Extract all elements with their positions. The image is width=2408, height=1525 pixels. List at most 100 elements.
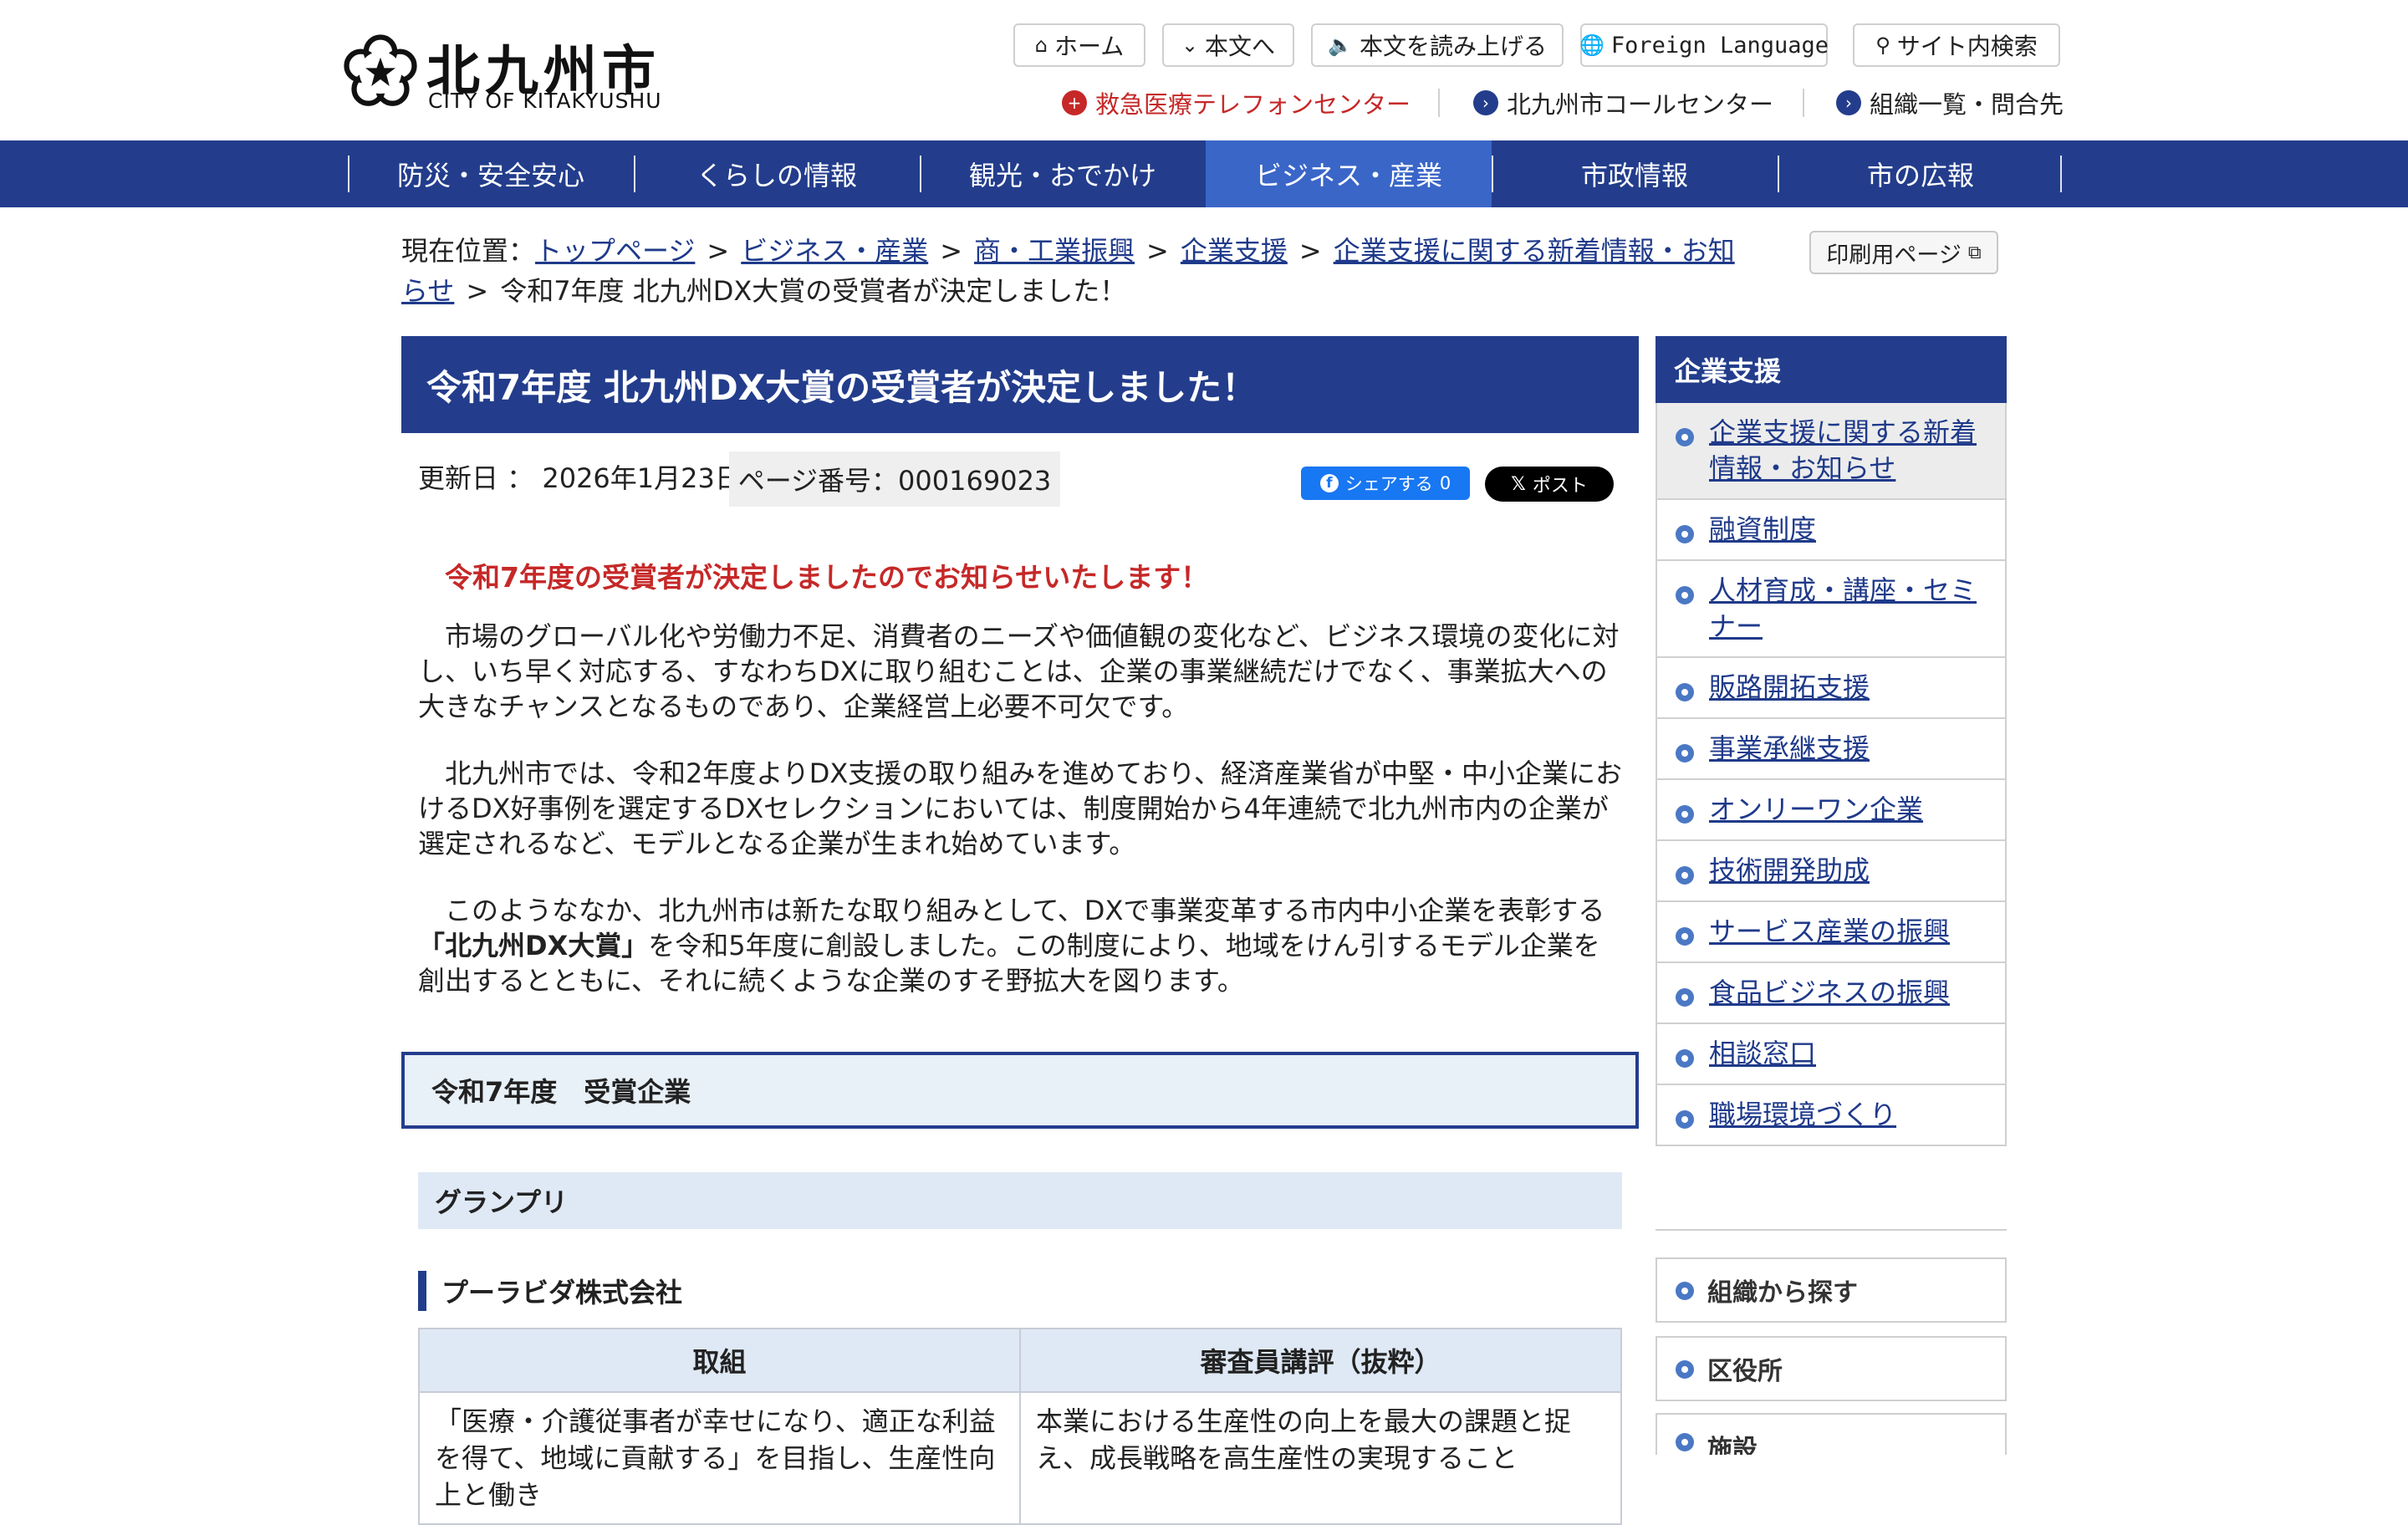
breadcrumb-prefix: 現在位置： — [401, 235, 536, 267]
bullet-icon — [1676, 586, 1694, 604]
call-center-link[interactable]: › 北九州市コールセンター — [1473, 86, 1773, 120]
sidebar-item-workplace[interactable]: 職場環境づくり — [1656, 1085, 2007, 1146]
nav-item-disaster-safety[interactable]: 防災・安全安心 — [348, 140, 634, 207]
breadcrumb-link-commerce[interactable]: 商・工業振興 — [974, 235, 1135, 267]
read-aloud-label: 本文を読み上げる — [1359, 33, 1547, 60]
bullet-icon — [1676, 805, 1694, 824]
facilities-button[interactable]: 施設 — [1656, 1413, 2007, 1455]
nav-item-public-relations[interactable]: 市の広報 — [1778, 140, 2064, 207]
sidebar-item-financing[interactable]: 融資制度 — [1656, 500, 2007, 561]
table-cell-initiative: 「医療・介護従事者が幸せになり、適正な利益を得て、地域に貢献する」を目指し、生産… — [418, 1391, 1021, 1525]
sidebar-item-label[interactable]: 人材育成・講座・セミナー — [1709, 574, 1977, 642]
paragraph-text-before: このようななか、北九州市は新たな取り組みとして、DXで事業変革する市内中小企業を… — [445, 895, 1605, 926]
home-button-label: ホーム — [1054, 33, 1125, 60]
table-header-initiative: 取組 — [418, 1328, 1021, 1393]
breadcrumb-separator: > — [707, 235, 730, 267]
paragraph-text: 北九州市では、令和2年度よりDX支援の取り組みを進めており、経済産業省が中堅・中… — [418, 757, 1623, 859]
sidebar-item-label[interactable]: サービス産業の振興 — [1709, 916, 1950, 947]
bullet-icon — [1676, 1110, 1694, 1129]
breadcrumb-current: 令和7年度 北九州DX大賞の受賞者が決定しました！ — [500, 275, 1127, 307]
breadcrumb-separator: > — [1146, 235, 1169, 267]
facebook-share-count: 0 — [1439, 473, 1451, 493]
emergency-telephone-link[interactable]: + 救急医療テレフォンセンター — [1062, 86, 1411, 120]
site-logo[interactable]: 北九州市 CITY OF KITAKYUSHU — [343, 25, 677, 117]
sidebar-item-label[interactable]: 融資制度 — [1709, 513, 1816, 545]
sidebar-item-label[interactable]: 技術開発助成 — [1709, 854, 1870, 886]
award-name: 「北九州DX大賞」 — [418, 930, 649, 961]
organization-list-link[interactable]: › 組織一覧・問合先 — [1836, 86, 2064, 120]
sidebar-item-news[interactable]: 企業支援に関する新着情報・お知らせ — [1656, 403, 2007, 500]
x-post-button[interactable]: 𝕏 ポスト — [1485, 467, 1614, 502]
site-header: 北九州市 CITY OF KITAKYUSHU ⌂ ホーム ⌄ 本文へ 🔈 本文… — [0, 0, 2408, 140]
organization-list-label: 組織一覧・問合先 — [1870, 90, 2064, 119]
sidebar-item-label[interactable]: 販路開拓支援 — [1709, 671, 1870, 703]
print-page-button[interactable]: 印刷用ページ ⧉ — [1809, 231, 1998, 274]
nav-item-living[interactable]: くらしの情報 — [634, 140, 920, 207]
breadcrumb-separator: > — [466, 275, 489, 307]
body-paragraph: 北九州市では、令和2年度よりDX支援の取り組みを進めており、経済産業省が中堅・中… — [418, 756, 1625, 861]
global-navigation: 防災・安全安心 くらしの情報 観光・おでかけ ビジネス・産業 市政情報 市の広報 — [0, 140, 2408, 207]
sidebar-divider — [1656, 1229, 2007, 1231]
site-search-button[interactable]: ⚲ サイト内検索 — [1853, 23, 2060, 67]
logo-text-en: CITY OF KITAKYUSHU — [428, 89, 662, 113]
bullet-icon — [1676, 1433, 1694, 1451]
bullet-icon — [1676, 683, 1694, 701]
sidebar-heading: 企業支援 — [1656, 336, 2007, 403]
bullet-icon — [1676, 428, 1694, 446]
emergency-telephone-label: 救急医療テレフォンセンター — [1095, 90, 1411, 119]
sidebar-item-label[interactable]: 相談窓口 — [1709, 1038, 1816, 1069]
nav-item-city-government[interactable]: 市政情報 — [1492, 140, 1778, 207]
breadcrumb-separator: > — [1298, 235, 1322, 267]
section-heading-awardees: 令和7年度 受賞企業 — [401, 1052, 1639, 1129]
sidebar-item-market-development[interactable]: 販路開拓支援 — [1656, 658, 2007, 719]
facebook-share-button[interactable]: f シェアする 0 — [1301, 467, 1470, 500]
bullet-icon — [1676, 1360, 1694, 1379]
bullet-icon — [1676, 744, 1694, 762]
paragraph-text: このようななか、北九州市は新たな取り組みとして、DXで事業変革する市内中小企業を… — [418, 893, 1625, 998]
facebook-share-label: シェアする — [1344, 474, 1433, 494]
breadcrumb-link-business[interactable]: ビジネス・産業 — [741, 235, 928, 267]
globe-icon: 🌐 — [1579, 33, 1604, 57]
foreign-language-label: Foreign Language — [1610, 32, 1829, 59]
ward-offices-button[interactable]: 区役所 — [1656, 1336, 2007, 1401]
facilities-label: 施設 — [1707, 1435, 1758, 1455]
sidebar-item-label[interactable]: 企業支援に関する新着情報・お知らせ — [1709, 416, 1977, 484]
breadcrumb-link-support[interactable]: 企業支援 — [1181, 235, 1288, 267]
table-cell-review: 本業における生産性の向上を最大の課題と捉え、成長戦略を高生産性の実現すること — [1019, 1391, 1622, 1525]
nav-divider — [2060, 156, 2062, 192]
sidebar-item-label[interactable]: オンリーワン企業 — [1709, 793, 1923, 825]
nav-item-tourism[interactable]: 観光・おでかけ — [920, 140, 1206, 207]
sidebar-item-label[interactable]: 食品ビジネスの振興 — [1709, 977, 1950, 1008]
search-by-organization-button[interactable]: 組織から探す — [1656, 1257, 2007, 1323]
read-aloud-button[interactable]: 🔈 本文を読み上げる — [1311, 23, 1564, 67]
sidebar-item-succession[interactable]: 事業承継支援 — [1656, 719, 2007, 780]
body-paragraph: 市場のグローバル化や労働力不足、消費者のニーズや価値観の変化など、ビジネス環境の… — [418, 619, 1625, 724]
bullet-icon — [1676, 988, 1694, 1007]
sidebar-item-consultation[interactable]: 相談窓口 — [1656, 1024, 2007, 1085]
x-icon: 𝕏 — [1511, 473, 1526, 495]
home-icon: ⌂ — [1034, 33, 1048, 57]
chevron-right-icon: › — [1836, 90, 1861, 115]
sidebar-item-service-industry[interactable]: サービス産業の振興 — [1656, 902, 2007, 963]
nav-item-business[interactable]: ビジネス・産業 — [1206, 140, 1492, 207]
site-search-label: サイト内検索 — [1896, 33, 2038, 60]
sidebar-item-training[interactable]: 人材育成・講座・セミナー — [1656, 561, 2007, 658]
breadcrumb-link-top[interactable]: トップページ — [535, 235, 695, 267]
sidebar-item-food-business[interactable]: 食品ビジネスの振興 — [1656, 963, 2007, 1024]
foreign-language-button[interactable]: 🌐 Foreign Language — [1579, 23, 1829, 67]
paragraph-text: 市場のグローバル化や労働力不足、消費者のニーズや価値観の変化など、ビジネス環境の… — [418, 620, 1620, 722]
x-post-label: ポスト — [1532, 476, 1588, 497]
skip-to-content-button[interactable]: ⌄ 本文へ — [1162, 23, 1294, 67]
search-by-organization-label: 組織から探す — [1707, 1278, 1858, 1308]
bullet-icon — [1676, 1282, 1694, 1300]
chevron-right-icon: › — [1473, 90, 1498, 115]
home-button[interactable]: ⌂ ホーム — [1013, 23, 1145, 67]
breadcrumb: 現在位置：トップページ > ビジネス・産業 > 商・工業振興 > 企業支援 > 企業支援に関する… — [401, 231, 1739, 311]
table-row: 「医療・介護従事者が幸せになり、適正な利益を得て、地域に貢献する」を目指し、生産… — [418, 1391, 1622, 1525]
table-header-review: 審査員講評（抜粋） — [1019, 1328, 1622, 1393]
bullet-icon — [1676, 525, 1694, 543]
sidebar-item-label[interactable]: 職場環境づくり — [1709, 1099, 1896, 1130]
sidebar-item-only-one[interactable]: オンリーワン企業 — [1656, 780, 2007, 841]
sidebar-item-label[interactable]: 事業承継支援 — [1709, 732, 1870, 764]
sidebar-item-tech-grant[interactable]: 技術開発助成 — [1656, 841, 2007, 902]
